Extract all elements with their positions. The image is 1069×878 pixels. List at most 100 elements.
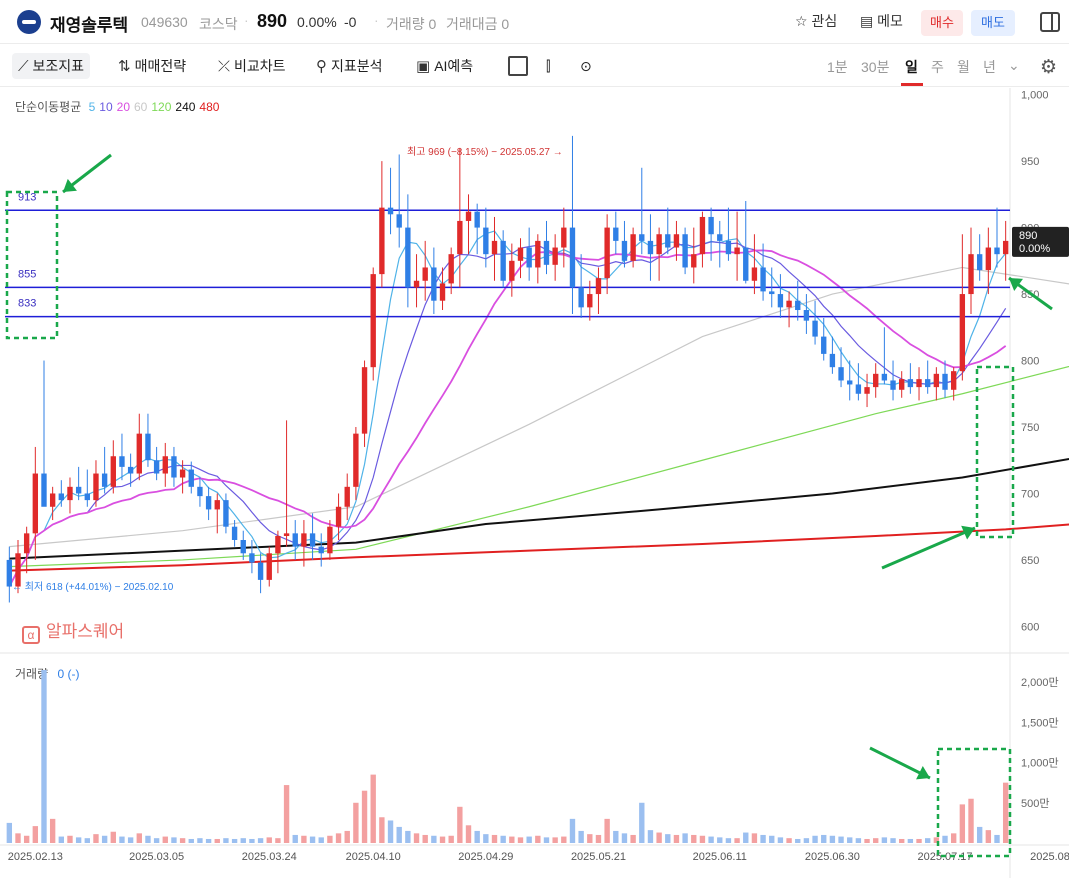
- ai-predict-button[interactable]: ▣ AI예측: [416, 53, 473, 79]
- candle-body: [890, 380, 896, 390]
- price-tag-value: 890: [1019, 230, 1037, 242]
- candle-body: [75, 486, 82, 494]
- candle-body: [84, 493, 90, 501]
- volume-bar: [976, 826, 983, 843]
- candle-body: [214, 500, 220, 510]
- candle-body: [656, 234, 662, 255]
- candle-body: [950, 371, 957, 390]
- volume-bar: [171, 837, 177, 843]
- candle-body: [907, 379, 914, 388]
- volume-bar: [153, 838, 160, 843]
- volume-bar: [387, 820, 394, 843]
- interest-label: 관심: [811, 13, 838, 29]
- candle-type-icon[interactable]: ⫿: [546, 53, 550, 79]
- volume-bar: [595, 834, 602, 843]
- candle-body: [881, 373, 888, 381]
- candle-body: [673, 234, 680, 248]
- draw-box-icon[interactable]: [508, 56, 528, 76]
- candle-body: [283, 533, 290, 537]
- candle-body: [595, 278, 602, 295]
- price-chart[interactable]: 6006507007508008509009501,000500만1,000만1…: [0, 88, 1069, 878]
- memo-button[interactable]: ▤ 메모: [860, 11, 903, 31]
- volume-bar: [327, 835, 333, 843]
- period-year[interactable]: 년: [983, 57, 996, 77]
- candle-body: [769, 291, 775, 295]
- analysis-button[interactable]: ⚲ 지표분석: [316, 53, 383, 79]
- period-1min[interactable]: 1분: [827, 57, 848, 77]
- volume-tick-label: 1,500만: [1021, 716, 1059, 729]
- candle-body: [101, 473, 108, 487]
- chevron-down-icon[interactable]: ⌄: [1008, 57, 1020, 74]
- camera-icon[interactable]: ⊙: [580, 53, 592, 79]
- candle-body: [873, 373, 879, 388]
- volume-bar: [119, 836, 125, 843]
- indicator-button[interactable]: ⟋ 보조지표: [12, 53, 91, 79]
- candle-body: [223, 500, 229, 527]
- candle-body: [985, 247, 992, 271]
- candle-body: [205, 496, 212, 510]
- candle-body: [93, 473, 99, 501]
- volume-bar: [223, 838, 229, 843]
- candle-body: [604, 227, 610, 279]
- volume-bar: [561, 836, 567, 843]
- volume-bar: [526, 836, 532, 843]
- buy-button[interactable]: 매수: [921, 10, 963, 36]
- volume-bar: [682, 833, 688, 843]
- volume-bar: [803, 838, 810, 843]
- highlight-arrow-levels-head: [63, 178, 77, 192]
- period-week[interactable]: 주: [931, 57, 944, 77]
- candle-body: [925, 379, 931, 388]
- compare-label: 비교차트: [234, 58, 286, 74]
- candle-body: [136, 433, 142, 474]
- candle-body: [179, 469, 186, 478]
- period-selected-underline: [901, 83, 923, 86]
- candle-body: [812, 320, 818, 337]
- candle-body: [361, 367, 368, 434]
- candle-body: [457, 220, 463, 255]
- period-day[interactable]: 일: [905, 57, 918, 77]
- candle-body: [855, 384, 862, 394]
- compare-button[interactable]: ⤫ 비교차트: [218, 53, 286, 79]
- side-panel-icon[interactable]: [1040, 12, 1060, 32]
- volume-bar: [734, 838, 740, 843]
- volume-bar: [578, 830, 584, 843]
- volume-bar: [751, 833, 758, 843]
- strategy-button[interactable]: ⇅ 매매전략: [118, 53, 186, 79]
- price-tick-label: 650: [1021, 555, 1039, 567]
- candle-body: [23, 533, 30, 554]
- volume-bar: [67, 835, 73, 843]
- volume-bar: [829, 835, 836, 843]
- candle-body: [396, 214, 402, 228]
- stock-code: 049630: [141, 14, 188, 30]
- candle-body: [1002, 240, 1009, 255]
- change-abs: -0: [344, 14, 357, 30]
- volume-bar: [517, 837, 524, 843]
- volume-bar: [318, 837, 324, 843]
- candle-body: [786, 300, 792, 308]
- volume-bar: [188, 838, 194, 843]
- candle-body: [942, 373, 948, 390]
- volume-bar: [309, 836, 316, 843]
- period-30min[interactable]: 30분: [861, 57, 889, 77]
- sell-button[interactable]: 매도: [971, 10, 1015, 36]
- candle-body: [439, 283, 446, 301]
- candle-body: [717, 234, 723, 241]
- volume-bar: [75, 837, 82, 843]
- volume-bar: [925, 838, 931, 843]
- candle-body: [916, 379, 922, 388]
- volume-bar: [370, 774, 376, 843]
- x-tick-label: 2025.04.29: [458, 851, 513, 863]
- candle-body: [491, 240, 498, 255]
- stock-market: 코스닥: [199, 16, 238, 32]
- x-tick-label: 2025.05.21: [571, 851, 626, 863]
- volume-bar: [465, 825, 472, 843]
- volume-bar: [821, 834, 827, 843]
- interest-button[interactable]: ☆ 관심: [795, 11, 837, 31]
- candle-body: [994, 247, 1000, 255]
- separator-dot: ·: [374, 12, 379, 28]
- volume-bar: [49, 818, 56, 843]
- gear-icon[interactable]: ⚙: [1040, 56, 1057, 79]
- candle-body: [829, 353, 836, 368]
- period-month[interactable]: 월: [957, 57, 970, 77]
- candle-body: [976, 254, 983, 271]
